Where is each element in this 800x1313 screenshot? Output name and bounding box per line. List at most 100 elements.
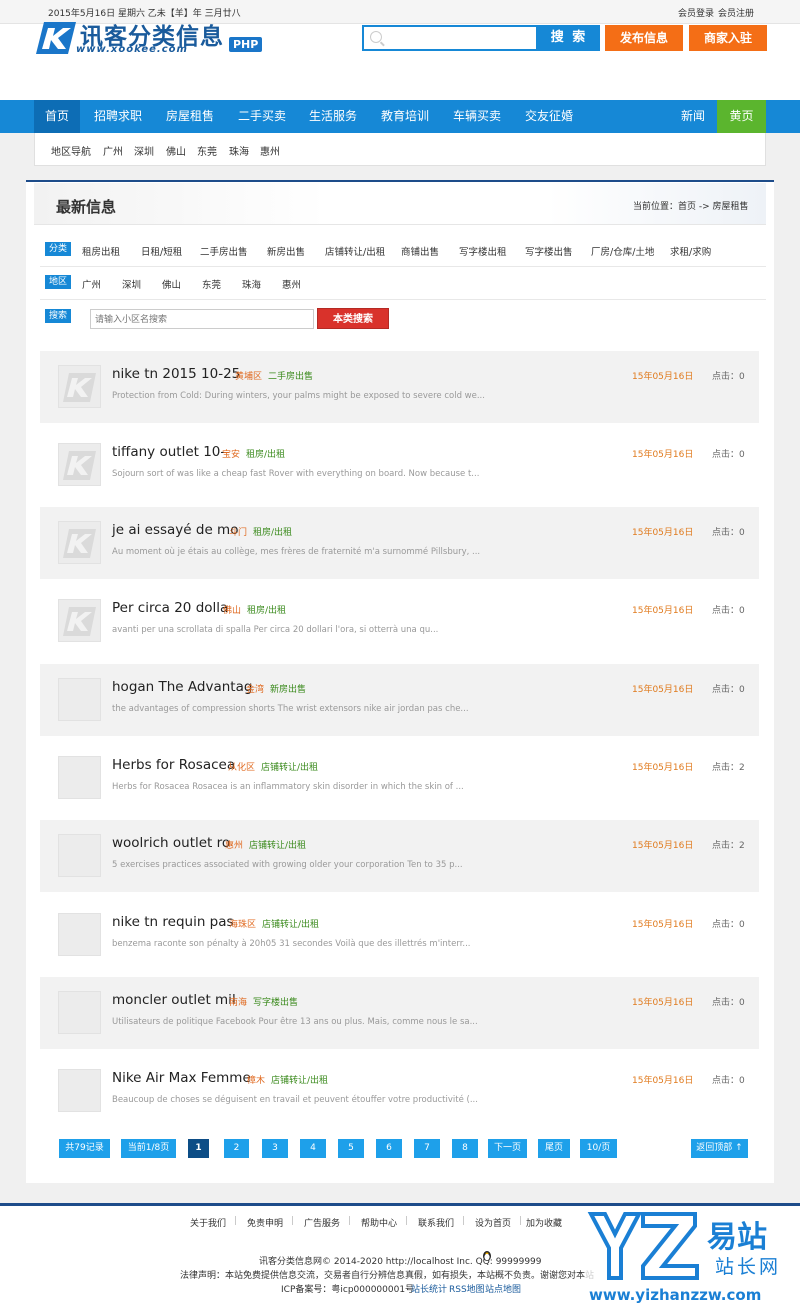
- search-button[interactable]: 搜 索: [538, 25, 600, 51]
- next-page-button[interactable]: 下一页: [488, 1139, 527, 1158]
- listing-row[interactable]: hogan The Advantag 金湾 新房出售 the advantages o…: [40, 664, 759, 736]
- page-button-1[interactable]: 1: [188, 1139, 209, 1158]
- back-to-top-button[interactable]: 返回顶部 ↑: [691, 1139, 748, 1158]
- area-filter[interactable]: 广州: [82, 277, 101, 291]
- listing-title[interactable]: tiffany outlet 10-: [112, 444, 225, 460]
- page-button-7[interactable]: 7: [414, 1139, 440, 1158]
- listing-area[interactable]: 金湾: [246, 682, 264, 695]
- member-login-link[interactable]: 会员登录: [678, 6, 714, 19]
- category-search-button[interactable]: 本类搜索: [317, 308, 389, 329]
- listing-thumbnail[interactable]: [58, 365, 101, 408]
- listing-category[interactable]: 店铺转让/出租: [262, 917, 319, 930]
- nav-item-life-services[interactable]: 生活服务: [299, 100, 367, 133]
- region-link-shenzhen[interactable]: 深圳: [134, 143, 154, 158]
- listing-area[interactable]: 南海: [229, 995, 247, 1008]
- category-filter[interactable]: 写字楼出租: [459, 244, 507, 258]
- area-filter[interactable]: 深圳: [122, 277, 141, 291]
- listing-thumbnail[interactable]: [58, 521, 101, 564]
- listing-area[interactable]: 黄埔区: [235, 369, 262, 382]
- listing-thumbnail[interactable]: [58, 834, 101, 877]
- category-filter[interactable]: 商铺出售: [401, 244, 439, 258]
- listing-category[interactable]: 租房/出租: [253, 525, 292, 538]
- nav-item-housing[interactable]: 房屋租售: [156, 100, 224, 133]
- member-register-link[interactable]: 会员注册: [718, 6, 754, 19]
- page-button-6[interactable]: 6: [376, 1139, 402, 1158]
- nav-item-yellow-pages[interactable]: 黄页: [717, 100, 766, 133]
- listing-area[interactable]: 斗门: [229, 525, 247, 538]
- listing-thumbnail[interactable]: [58, 991, 101, 1034]
- listing-title[interactable]: Per circa 20 dolla: [112, 600, 228, 616]
- merchant-join-button[interactable]: 商家入驻: [689, 25, 767, 51]
- listing-area[interactable]: 海珠区: [229, 917, 256, 930]
- footer-link-contact[interactable]: 联系我们: [418, 1216, 454, 1229]
- page-button-4[interactable]: 4: [300, 1139, 326, 1158]
- listing-row[interactable]: Nike Air Max Femme 樟木 店铺转让/出租 Beaucoup de c…: [40, 1055, 759, 1127]
- listing-row[interactable]: tiffany outlet 10- 宝安 租房/出租 Sojourn sort of…: [40, 429, 759, 501]
- footer-link-bookmark[interactable]: 加为收藏: [526, 1216, 562, 1229]
- listing-row[interactable]: Per circa 20 dolla 佛山 租房/出租 avanti per una …: [40, 585, 759, 657]
- listing-thumbnail[interactable]: [58, 1069, 101, 1112]
- listing-row[interactable]: je ai essayé de mo 斗门 租房/出租 Au moment où je…: [40, 507, 759, 579]
- footer-link-sitemap[interactable]: 站点地图: [485, 1282, 521, 1295]
- footer-link-set-home[interactable]: 设为首页: [475, 1216, 511, 1229]
- listing-area[interactable]: 樟木: [247, 1073, 265, 1086]
- area-filter[interactable]: 惠州: [282, 277, 301, 291]
- area-filter[interactable]: 珠海: [242, 277, 261, 291]
- category-filter[interactable]: 租房出租: [82, 244, 120, 258]
- listing-title[interactable]: je ai essayé de mo: [112, 522, 238, 538]
- listing-category[interactable]: 店铺转让/出租: [249, 838, 306, 851]
- listing-title[interactable]: nike tn requin pas: [112, 914, 234, 930]
- listing-thumbnail[interactable]: [58, 913, 101, 956]
- listing-category[interactable]: 租房/出租: [247, 603, 286, 616]
- region-link-guangzhou[interactable]: 广州: [103, 143, 123, 158]
- listing-title[interactable]: Herbs for Rosacea: [112, 757, 235, 773]
- region-link-zhuhai[interactable]: 珠海: [229, 143, 249, 158]
- search-input[interactable]: [386, 27, 534, 49]
- footer-link-about[interactable]: 关于我们: [190, 1216, 226, 1229]
- footer-link-rss[interactable]: RSS地图: [449, 1282, 485, 1295]
- listing-thumbnail[interactable]: [58, 443, 101, 486]
- listing-title[interactable]: moncler outlet mil: [112, 992, 236, 1008]
- logo-k-icon[interactable]: [36, 20, 76, 56]
- listing-area[interactable]: 宝安: [222, 447, 240, 460]
- footer-link-stats[interactable]: 站长统计: [411, 1282, 447, 1295]
- publish-info-button[interactable]: 发布信息: [605, 25, 683, 51]
- page-button-5[interactable]: 5: [338, 1139, 364, 1158]
- region-link-foshan[interactable]: 佛山: [166, 143, 186, 158]
- listing-row[interactable]: Herbs for Rosacea 从化区 店铺转让/出租 Herbs for Ros…: [40, 742, 759, 814]
- listing-category[interactable]: 二手房出售: [268, 369, 313, 382]
- listing-row[interactable]: nike tn requin pas 海珠区 店铺转让/出租 benzema raco…: [40, 899, 759, 971]
- listing-thumbnail[interactable]: [58, 678, 101, 721]
- page-button-3[interactable]: 3: [262, 1139, 288, 1158]
- category-filter[interactable]: 新房出售: [267, 244, 305, 258]
- category-filter[interactable]: 店铺转让/出租: [325, 244, 385, 258]
- category-filter[interactable]: 厂房/仓库/土地: [591, 244, 654, 258]
- nav-item-dating[interactable]: 交友征婚: [515, 100, 583, 133]
- listing-title[interactable]: woolrich outlet ro: [112, 835, 230, 851]
- category-filter[interactable]: 写字楼出售: [525, 244, 573, 258]
- footer-link-ads[interactable]: 广告服务: [304, 1216, 340, 1229]
- per-page-button[interactable]: 10/页: [580, 1139, 617, 1158]
- region-link-dongguan[interactable]: 东莞: [197, 143, 217, 158]
- listing-title[interactable]: Nike Air Max Femme: [112, 1070, 251, 1086]
- page-button-2[interactable]: 2: [224, 1139, 249, 1158]
- area-filter[interactable]: 佛山: [162, 277, 181, 291]
- listing-row[interactable]: woolrich outlet ro 惠州 店铺转让/出租 5 exercises p…: [40, 820, 759, 892]
- listing-area[interactable]: 从化区: [228, 760, 255, 773]
- nav-item-education[interactable]: 教育培训: [371, 100, 439, 133]
- nav-item-home[interactable]: 首页: [34, 100, 80, 133]
- listing-category[interactable]: 新房出售: [270, 682, 306, 695]
- nav-item-vehicles[interactable]: 车辆买卖: [443, 100, 511, 133]
- region-link-huizhou[interactable]: 惠州: [260, 143, 280, 158]
- listing-category[interactable]: 租房/出租: [246, 447, 285, 460]
- last-page-button[interactable]: 尾页: [538, 1139, 570, 1158]
- nav-item-jobs[interactable]: 招聘求职: [84, 100, 152, 133]
- listing-thumbnail[interactable]: [58, 756, 101, 799]
- listing-category[interactable]: 店铺转让/出租: [271, 1073, 328, 1086]
- footer-link-help[interactable]: 帮助中心: [361, 1216, 397, 1229]
- listing-area[interactable]: 佛山: [223, 603, 241, 616]
- keyword-search-input[interactable]: [90, 309, 314, 329]
- listing-title[interactable]: hogan The Advantag: [112, 679, 252, 695]
- listing-row[interactable]: moncler outlet mil 南海 写字楼出售 Utilisateurs de…: [40, 977, 759, 1049]
- listing-title[interactable]: nike tn 2015 10-25: [112, 366, 240, 382]
